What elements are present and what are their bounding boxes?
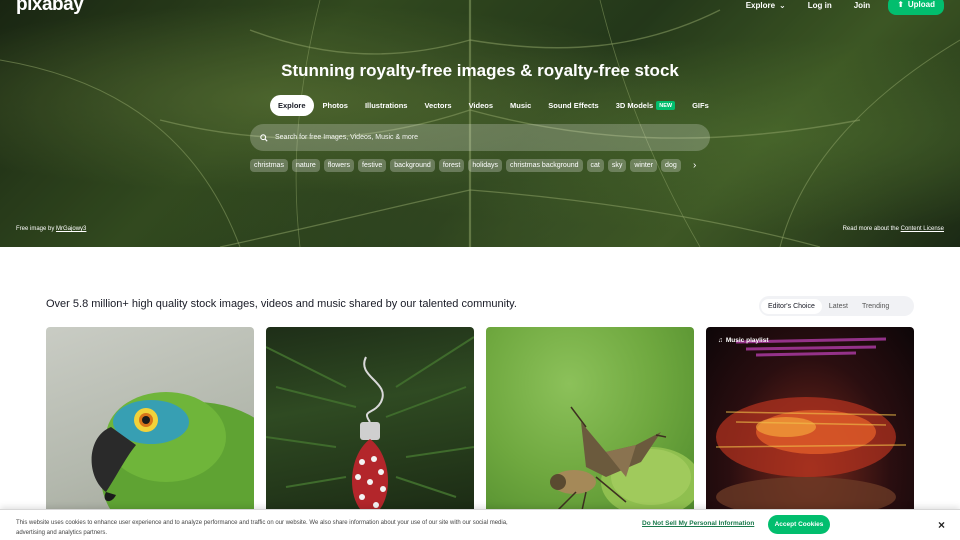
- tab-vectors[interactable]: Vectors: [416, 95, 459, 116]
- tag-chip[interactable]: cat: [586, 159, 604, 172]
- close-icon[interactable]: ×: [938, 518, 945, 532]
- tab-explore[interactable]: Explore: [270, 95, 314, 116]
- explore-menu[interactable]: Explore ⌄: [746, 1, 786, 10]
- sort-latest[interactable]: Latest: [822, 299, 855, 314]
- image-card-parrot[interactable]: [46, 327, 254, 517]
- playlist-label: ♫ Music playlist: [718, 337, 769, 344]
- tag-chip[interactable]: christmas background: [506, 159, 583, 172]
- tag-chip[interactable]: nature: [291, 159, 320, 172]
- insect-image: [550, 406, 694, 517]
- tag-chip[interactable]: christmas: [250, 159, 288, 172]
- media-type-tabs: Explore Photos Illustrations Vectors Vid…: [270, 95, 718, 116]
- music-note-icon: ♫: [718, 337, 723, 344]
- upload-label: Upload: [907, 0, 935, 9]
- search-icon: [260, 133, 268, 142]
- sort-toggle: Editor's Choice Latest Trending: [759, 296, 914, 316]
- chevron-down-icon: ⌄: [779, 1, 786, 10]
- do-not-sell-link[interactable]: Do Not Sell My Personal Information: [642, 520, 754, 527]
- music-playlist-card[interactable]: ♫ Music playlist: [706, 327, 914, 517]
- top-navigation: Explore ⌄ Log in Join ⬆ Upload: [724, 0, 944, 15]
- hero-headline: Stunning royalty-free images & royalty-f…: [281, 61, 679, 80]
- chevron-right-icon[interactable]: ›: [693, 160, 696, 171]
- ornament-image: [266, 336, 474, 517]
- tab-music[interactable]: Music: [502, 95, 539, 116]
- tab-sound-effects[interactable]: Sound Effects: [540, 95, 606, 116]
- tab-photos[interactable]: Photos: [315, 95, 356, 116]
- accept-cookies-button[interactable]: Accept Cookies: [768, 515, 830, 534]
- search-bar[interactable]: Search for free Images, Videos, Music & …: [250, 124, 710, 151]
- content-license-link[interactable]: Content License: [901, 226, 944, 232]
- tag-chip[interactable]: sky: [607, 159, 627, 172]
- tab-3d-models[interactable]: 3D Models NEW: [608, 95, 683, 116]
- tag-chip[interactable]: festive: [358, 159, 387, 172]
- tab-gifs[interactable]: GIFs: [684, 95, 717, 116]
- tab-illustrations[interactable]: Illustrations: [357, 95, 416, 116]
- image-credit: Free image by MrGajowy3: [16, 226, 86, 232]
- tab-videos[interactable]: Videos: [461, 95, 501, 116]
- tag-chip[interactable]: forest: [438, 159, 465, 172]
- credit-prefix: Free image by: [16, 226, 55, 232]
- image-card-ornament[interactable]: [266, 327, 474, 517]
- pixabay-logo[interactable]: pixabay: [16, 0, 84, 16]
- tag-chip[interactable]: flowers: [323, 159, 354, 172]
- tag-chip[interactable]: holidays: [468, 159, 503, 172]
- login-link[interactable]: Log in: [808, 1, 832, 10]
- music-playlist-image: [715, 337, 907, 517]
- cookie-text: This website uses cookies to enhance use…: [16, 520, 508, 536]
- tag-chip[interactable]: winter: [630, 159, 658, 172]
- tag-chip[interactable]: background: [390, 159, 435, 172]
- tab-3d-models-label: 3D Models: [615, 101, 654, 110]
- parrot-image: [91, 392, 254, 517]
- explore-label: Explore: [745, 1, 776, 10]
- sort-editors-choice[interactable]: Editor's Choice: [761, 298, 822, 314]
- credit-user-link[interactable]: MrGajowy3: [56, 226, 86, 232]
- license-prefix: Read more about the: [842, 226, 899, 232]
- playlist-title: Music playlist: [725, 337, 769, 344]
- tag-chip[interactable]: dog: [661, 159, 681, 172]
- image-card-insect[interactable]: [486, 327, 694, 517]
- sort-trending[interactable]: Trending: [855, 299, 896, 314]
- join-link[interactable]: Join: [854, 1, 870, 10]
- new-badge: NEW: [656, 101, 676, 110]
- upload-icon: ⬆: [897, 0, 904, 9]
- upload-button[interactable]: ⬆ Upload: [888, 0, 944, 15]
- license-note: Read more about the Content License: [843, 226, 944, 232]
- trending-tags: christmas nature flowers festive backgro…: [250, 159, 688, 172]
- community-tagline: Over 5.8 million+ high quality stock ima…: [46, 298, 517, 310]
- hero-banner: pixabay Explore ⌄ Log in Join ⬆ Upload S…: [0, 0, 960, 247]
- search-input[interactable]: Search for free Images, Videos, Music & …: [275, 134, 418, 141]
